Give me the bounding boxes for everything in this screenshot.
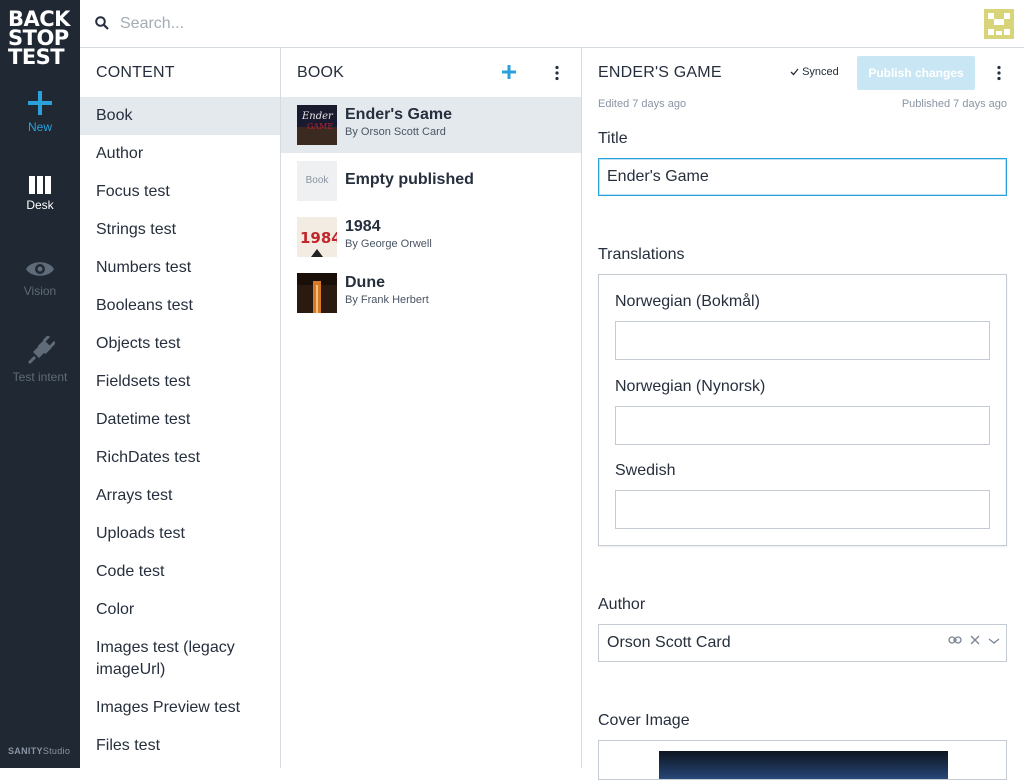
- book-cover-thumbnail: 1984: [297, 217, 337, 257]
- content-type-item[interactable]: Objects test: [80, 325, 280, 363]
- nav-test-intent-label: Test intent: [12, 370, 68, 384]
- publish-changes-button[interactable]: Publish changes: [857, 56, 975, 90]
- plus-icon: [28, 91, 52, 115]
- columns-icon: [29, 176, 51, 194]
- brand-rest: Studio: [42, 746, 71, 756]
- content-type-item[interactable]: Color: [80, 591, 280, 629]
- title-input[interactable]: [598, 158, 1007, 196]
- book-list-item[interactable]: 1984 1984 By George Orwell: [281, 209, 581, 265]
- author-reference-input[interactable]: Orson Scott Card: [598, 624, 1007, 662]
- link-icon[interactable]: [948, 635, 962, 645]
- book-pane-title: BOOK: [297, 64, 345, 81]
- add-document-button[interactable]: [499, 62, 519, 82]
- main-navbar: BACK STOP TEST New Desk Vision Test inte…: [0, 0, 80, 768]
- check-icon: [790, 68, 799, 76]
- nav-desk[interactable]: Desk: [0, 176, 80, 212]
- book-list-item[interactable]: Ender GAME Ender's Game By Orson Scott C…: [281, 97, 581, 153]
- cover-text-1984: 1984: [300, 229, 337, 247]
- content-pane: CONTENT Book Author Focus test Strings test…: [80, 48, 281, 768]
- content-type-item[interactable]: Arrays test: [80, 477, 280, 515]
- user-avatar[interactable]: [984, 9, 1014, 39]
- book-list-item[interactable]: Dune By Frank Herbert: [281, 265, 581, 321]
- sync-status: Synced: [790, 66, 839, 78]
- translation-label-nb: Norwegian (Bokmål): [615, 293, 760, 310]
- svg-text:Ender: Ender: [301, 111, 334, 122]
- content-type-item[interactable]: Datetime test: [80, 401, 280, 439]
- nav-vision-label: Vision: [23, 284, 57, 298]
- book-cover-thumbnail: [297, 273, 337, 313]
- author-reference-actions: [948, 635, 1000, 645]
- nav-desk-label: Desk: [26, 198, 54, 212]
- search-input[interactable]: [120, 12, 720, 36]
- cover-image-preview: [659, 751, 948, 779]
- book-list-item[interactable]: Book Empty published: [281, 153, 581, 209]
- translation-label-sv: Swedish: [615, 462, 676, 479]
- content-type-item[interactable]: Files test: [80, 727, 280, 765]
- logo[interactable]: BACK STOP TEST: [8, 9, 74, 69]
- content-type-item[interactable]: Book: [80, 97, 280, 135]
- author-field-label: Author: [598, 596, 646, 613]
- content-type-item[interactable]: Uploads test: [80, 515, 280, 553]
- book-list: Ender GAME Ender's Game By Orson Scott C…: [281, 97, 581, 321]
- content-type-item[interactable]: Author: [80, 135, 280, 173]
- nav-test-intent[interactable]: Test intent: [0, 336, 80, 384]
- book-title: Ender's Game: [345, 106, 452, 123]
- translation-input-nb[interactable]: [615, 321, 990, 360]
- content-type-list: Book Author Focus test Strings test Numbers …: [80, 97, 280, 765]
- content-type-item[interactable]: Code test: [80, 553, 280, 591]
- translation-input-nn[interactable]: [615, 406, 990, 445]
- chevron-down-icon[interactable]: [988, 635, 1000, 645]
- nav-vision[interactable]: Vision: [0, 258, 80, 298]
- sanity-studio-brand[interactable]: SANITYStudio: [8, 746, 70, 756]
- translations-field-label: Translations: [598, 246, 685, 263]
- book-pane: BOOK Ender GAME Ender's Game By Orson Sc…: [281, 48, 582, 768]
- book-pane-menu-icon[interactable]: [553, 65, 561, 81]
- content-type-item[interactable]: Numbers test: [80, 249, 280, 287]
- book-author: By Frank Herbert: [345, 294, 429, 306]
- document-title: ENDER'S GAME: [598, 64, 722, 81]
- published-timestamp: Published 7 days ago: [901, 98, 1007, 110]
- content-type-item[interactable]: Images Preview test: [80, 689, 280, 727]
- eye-icon: [26, 262, 54, 276]
- translations-fieldset: Norwegian (Bokmål) Norwegian (Nynorsk) S…: [598, 274, 1007, 546]
- nav-new-label: New: [27, 120, 52, 134]
- translation-input-sv[interactable]: [615, 490, 990, 529]
- book-title: Empty published: [345, 171, 474, 188]
- book-title: Dune: [345, 274, 385, 291]
- book-author: By George Orwell: [345, 238, 432, 250]
- top-search-bar: [80, 0, 1024, 48]
- search-icon: [95, 16, 109, 30]
- document-menu-icon[interactable]: [995, 65, 1003, 81]
- content-type-item[interactable]: RichDates test: [80, 439, 280, 477]
- content-pane-title: CONTENT: [96, 64, 175, 81]
- content-type-item[interactable]: Images test (legacy imageUrl): [80, 629, 280, 689]
- clear-icon[interactable]: [970, 635, 980, 645]
- brand-bold: SANITY: [8, 746, 43, 756]
- logo-line-3: TEST: [8, 45, 65, 69]
- nav-new[interactable]: New: [0, 90, 80, 134]
- author-reference-value: Orson Scott Card: [607, 634, 731, 651]
- cover-image-field-label: Cover Image: [598, 712, 690, 729]
- plug-icon: [27, 336, 55, 365]
- sync-status-label: Synced: [802, 66, 839, 78]
- edited-timestamp: Edited 7 days ago: [598, 98, 687, 110]
- document-editor-pane: ENDER'S GAME Synced Publish changes Edit…: [582, 48, 1024, 780]
- svg-text:GAME: GAME: [307, 122, 333, 131]
- content-type-item[interactable]: Strings test: [80, 211, 280, 249]
- translation-label-nn: Norwegian (Nynorsk): [615, 378, 766, 395]
- content-type-item[interactable]: Booleans test: [80, 287, 280, 325]
- content-type-item[interactable]: Focus test: [80, 173, 280, 211]
- title-field-label: Title: [598, 130, 628, 147]
- content-type-item[interactable]: Fieldsets test: [80, 363, 280, 401]
- book-title: 1984: [345, 218, 381, 235]
- cover-image-input[interactable]: [598, 740, 1007, 780]
- book-placeholder-thumbnail: Book: [297, 161, 337, 201]
- book-author: By Orson Scott Card: [345, 126, 446, 138]
- book-cover-thumbnail: Ender GAME: [297, 105, 337, 145]
